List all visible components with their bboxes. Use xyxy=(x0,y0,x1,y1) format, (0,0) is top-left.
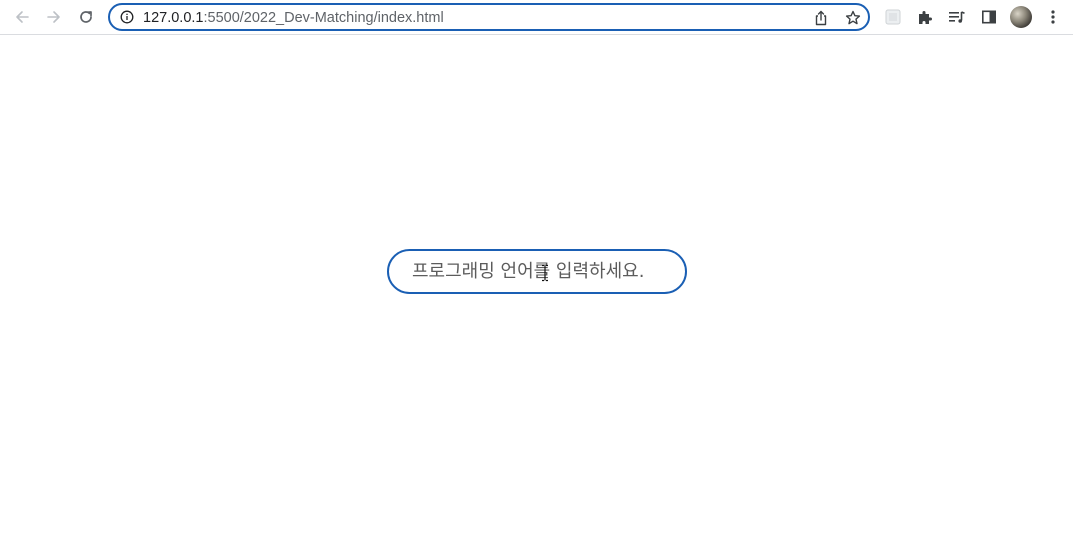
url-host: 127.0.0.1 xyxy=(143,10,204,26)
url-path: :5500/2022_Dev-Matching/index.html xyxy=(203,10,444,26)
search-input[interactable] xyxy=(387,249,687,294)
bookmark-button[interactable] xyxy=(844,9,862,27)
arrow-left-icon xyxy=(16,11,29,23)
side-panel-icon xyxy=(981,10,996,24)
extension-tile-button[interactable] xyxy=(883,7,903,27)
side-panel-button[interactable] xyxy=(979,7,999,27)
address-bar[interactable]: 127.0.0.1:5500/2022_Dev-Matching/index.h… xyxy=(108,3,870,31)
extension-tile-icon xyxy=(885,9,901,25)
url-text[interactable]: 127.0.0.1:5500/2022_Dev-Matching/index.h… xyxy=(143,9,444,27)
forward-button[interactable] xyxy=(43,6,65,28)
star-icon xyxy=(845,10,861,25)
text-cursor-icon xyxy=(542,264,548,282)
browser-toolbar: 127.0.0.1:5500/2022_Dev-Matching/index.h… xyxy=(0,0,1073,35)
reload-button[interactable] xyxy=(75,6,97,28)
media-controls-button[interactable] xyxy=(947,7,967,27)
arrow-right-icon xyxy=(47,11,60,23)
extensions-button[interactable] xyxy=(915,7,935,27)
share-button[interactable] xyxy=(812,9,830,27)
kebab-menu-icon xyxy=(1051,10,1055,24)
info-icon[interactable] xyxy=(120,10,134,24)
puzzle-icon xyxy=(919,11,932,24)
back-button[interactable] xyxy=(11,6,33,28)
profile-avatar[interactable] xyxy=(1010,6,1032,28)
reload-icon xyxy=(80,11,92,23)
page-content xyxy=(0,36,1073,558)
share-icon xyxy=(815,10,827,26)
browser-menu-button[interactable] xyxy=(1043,7,1063,27)
media-queue-icon xyxy=(949,11,965,23)
